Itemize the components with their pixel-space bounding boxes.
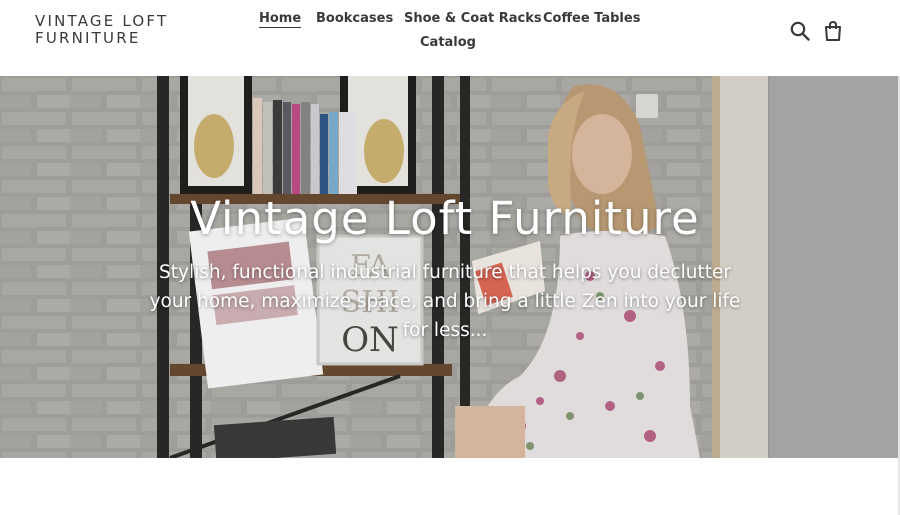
nav-catalog[interactable]: Catalog	[420, 35, 476, 50]
nav-coffee-tables[interactable]: Coffee Tables	[543, 11, 640, 26]
main-nav: Home Bookcases Shoe & Coat Racks Coffee …	[0, 0, 900, 60]
nav-shoe-coat-racks[interactable]: Shoe & Coat Racks	[404, 11, 542, 26]
hero-subtitle-line-2: your home, maximize space, and bring a l…	[149, 291, 741, 312]
cart-icon	[825, 20, 841, 41]
nav-bookcases[interactable]: Bookcases	[316, 11, 393, 26]
search-icon	[790, 21, 810, 41]
hero-title: Vintage Loft Furniture	[190, 192, 700, 245]
hero-subtitle-line-1: Stylish, functional industrial furniture…	[159, 262, 731, 283]
hero-banner: FA SHI ON Vintage Loft Furniture Stylish…	[0, 76, 900, 458]
site-header: VINTAGE LOFT FURNITURE Home Bookcases Sh…	[0, 0, 900, 76]
nav-home[interactable]: Home	[259, 11, 302, 28]
hero-subtitle: Stylish, functional industrial furniture…	[135, 258, 755, 345]
search-button[interactable]	[789, 20, 811, 42]
cart-button[interactable]	[822, 20, 844, 42]
hero-subtitle-line-3: for less...	[402, 320, 488, 341]
